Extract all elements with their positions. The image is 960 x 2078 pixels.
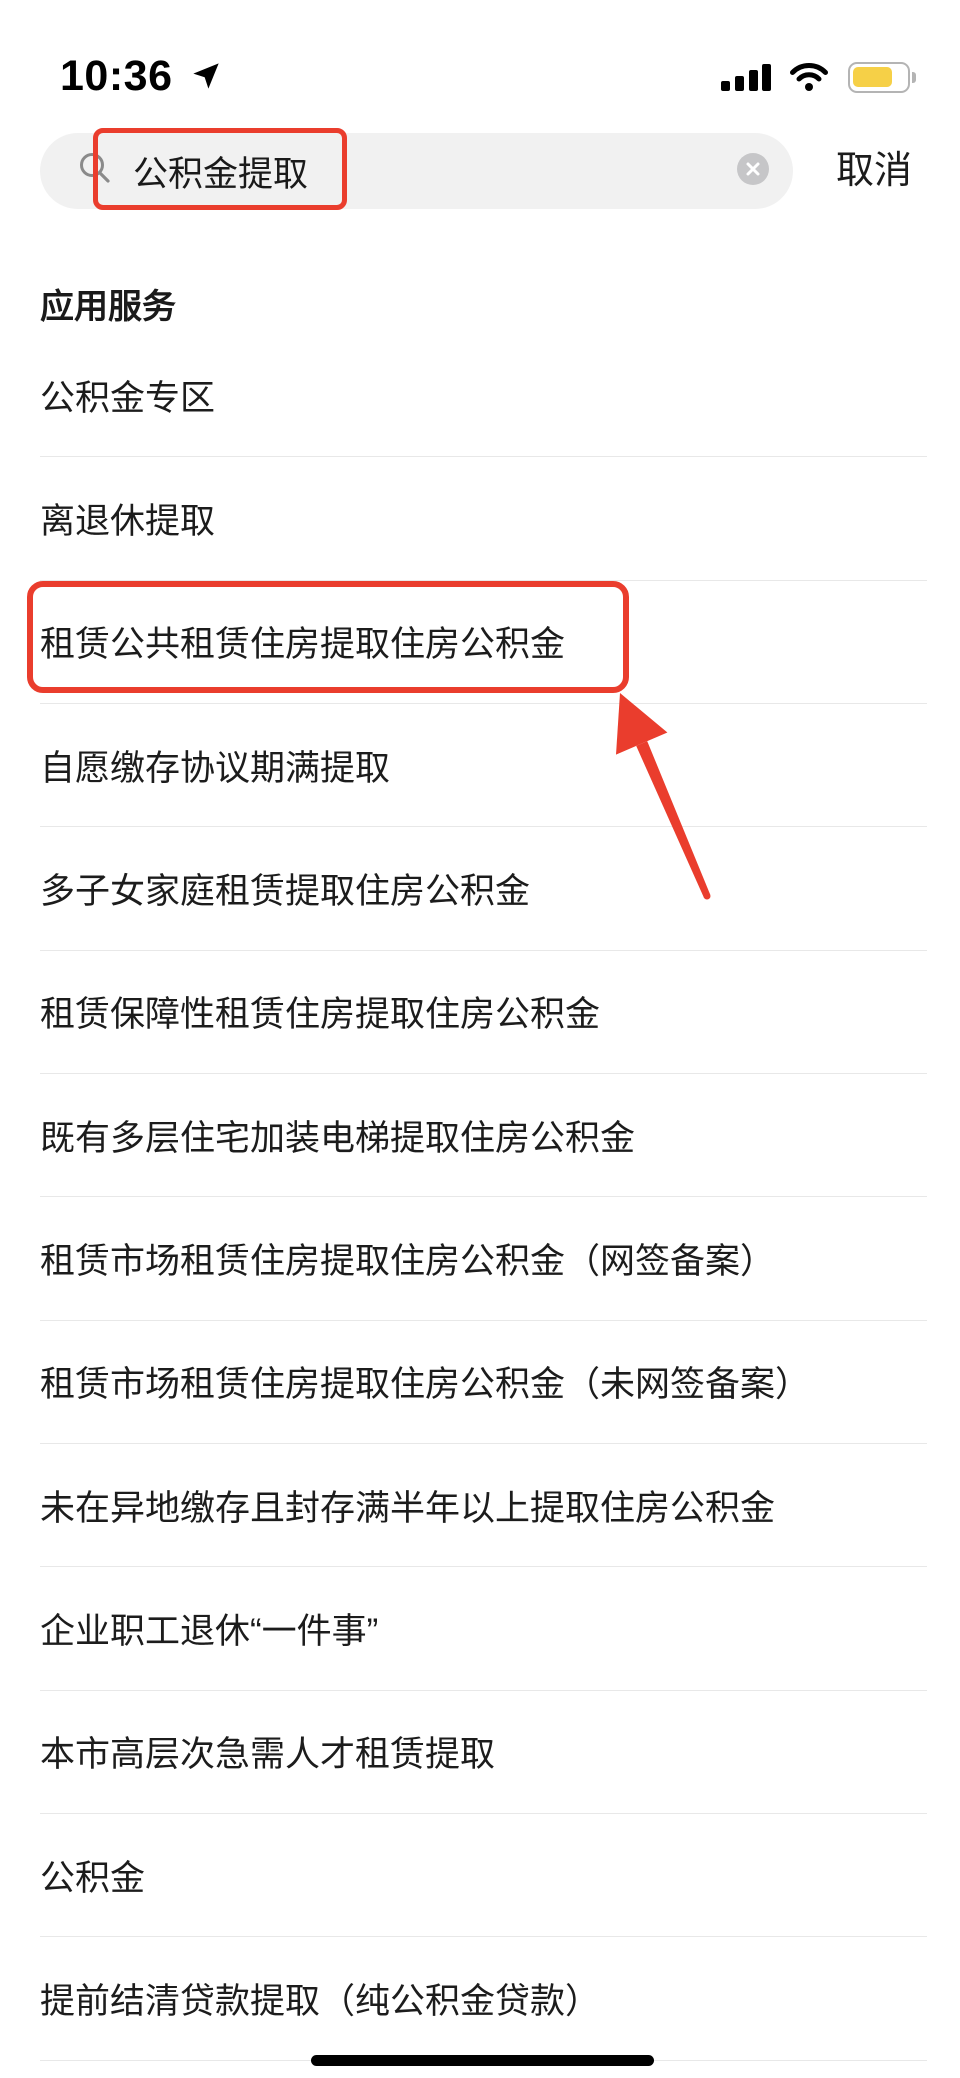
list-item[interactable]: 未在异地缴存且封存满半年以上提取住房公积金 bbox=[40, 1444, 927, 1568]
list-item[interactable]: 提前结清贷款提取（纯公积金贷款） bbox=[40, 1937, 927, 2061]
list-item-label: 多子女家庭租赁提取住房公积金 bbox=[40, 871, 531, 911]
list-item-label: 公积金 bbox=[40, 1858, 146, 1898]
list-item-label: 企业职工退休“一件事” bbox=[40, 1611, 379, 1651]
list-item[interactable]: 租赁市场租赁住房提取住房公积金（网签备案） bbox=[40, 1197, 927, 1321]
cellular-signal-icon bbox=[721, 64, 771, 91]
battery-level-fill bbox=[853, 67, 893, 87]
list-item[interactable]: 本市高层次急需人才租赁提取 bbox=[40, 1691, 927, 1814]
list-item-label: 本市高层次急需人才租赁提取 bbox=[40, 1735, 496, 1775]
annotation-highlight-item bbox=[27, 581, 629, 693]
list-item-label: 租赁保障性租赁住房提取住房公积金 bbox=[40, 995, 601, 1035]
home-indicator[interactable] bbox=[311, 2055, 654, 2066]
list-item-label: 未在异地缴存且封存满半年以上提取住房公积金 bbox=[40, 1488, 776, 1528]
list-item[interactable]: 租赁保障性租赁住房提取住房公积金 bbox=[40, 951, 927, 1074]
list-item-label: 租赁市场租赁住房提取住房公积金（未网签备案） bbox=[40, 1365, 811, 1405]
cancel-button[interactable]: 取消 bbox=[836, 133, 912, 209]
list-item[interactable]: 租赁市场租赁住房提取住房公积金（未网签备案） bbox=[40, 1321, 927, 1444]
location-arrow-icon bbox=[193, 63, 219, 89]
list-item[interactable]: 离退休提取 bbox=[40, 457, 927, 581]
list-item[interactable]: 自愿缴存协议期满提取 bbox=[40, 704, 927, 828]
list-item[interactable]: 多子女家庭租赁提取住房公积金 bbox=[40, 827, 927, 951]
list-item[interactable]: 既有多层住宅加装电梯提取住房公积金 bbox=[40, 1074, 927, 1198]
status-time: 10:36 bbox=[60, 52, 173, 100]
list-item-label: 提前结清贷款提取（纯公积金贷款） bbox=[40, 1981, 601, 2021]
list-item-label: 既有多层住宅加装电梯提取住房公积金 bbox=[40, 1118, 636, 1158]
list-item-label: 离退休提取 bbox=[40, 501, 216, 541]
wifi-icon bbox=[790, 63, 828, 91]
battery-nub bbox=[912, 72, 916, 83]
list-item[interactable]: 公积金专区 bbox=[40, 334, 927, 458]
annotation-highlight-search bbox=[93, 128, 347, 210]
list-item[interactable]: 公积金 bbox=[40, 1814, 927, 1938]
list-item-label: 公积金专区 bbox=[40, 378, 216, 418]
list-item-label: 租赁市场租赁住房提取住房公积金（网签备案） bbox=[40, 1241, 776, 1281]
list-item-label: 自愿缴存协议期满提取 bbox=[40, 748, 391, 788]
section-title: 应用服务 bbox=[40, 288, 176, 326]
clear-icon[interactable] bbox=[737, 153, 769, 185]
battery-body bbox=[848, 62, 910, 93]
battery-icon bbox=[848, 62, 918, 93]
list-item[interactable]: 企业职工退休“一件事” bbox=[40, 1567, 927, 1691]
